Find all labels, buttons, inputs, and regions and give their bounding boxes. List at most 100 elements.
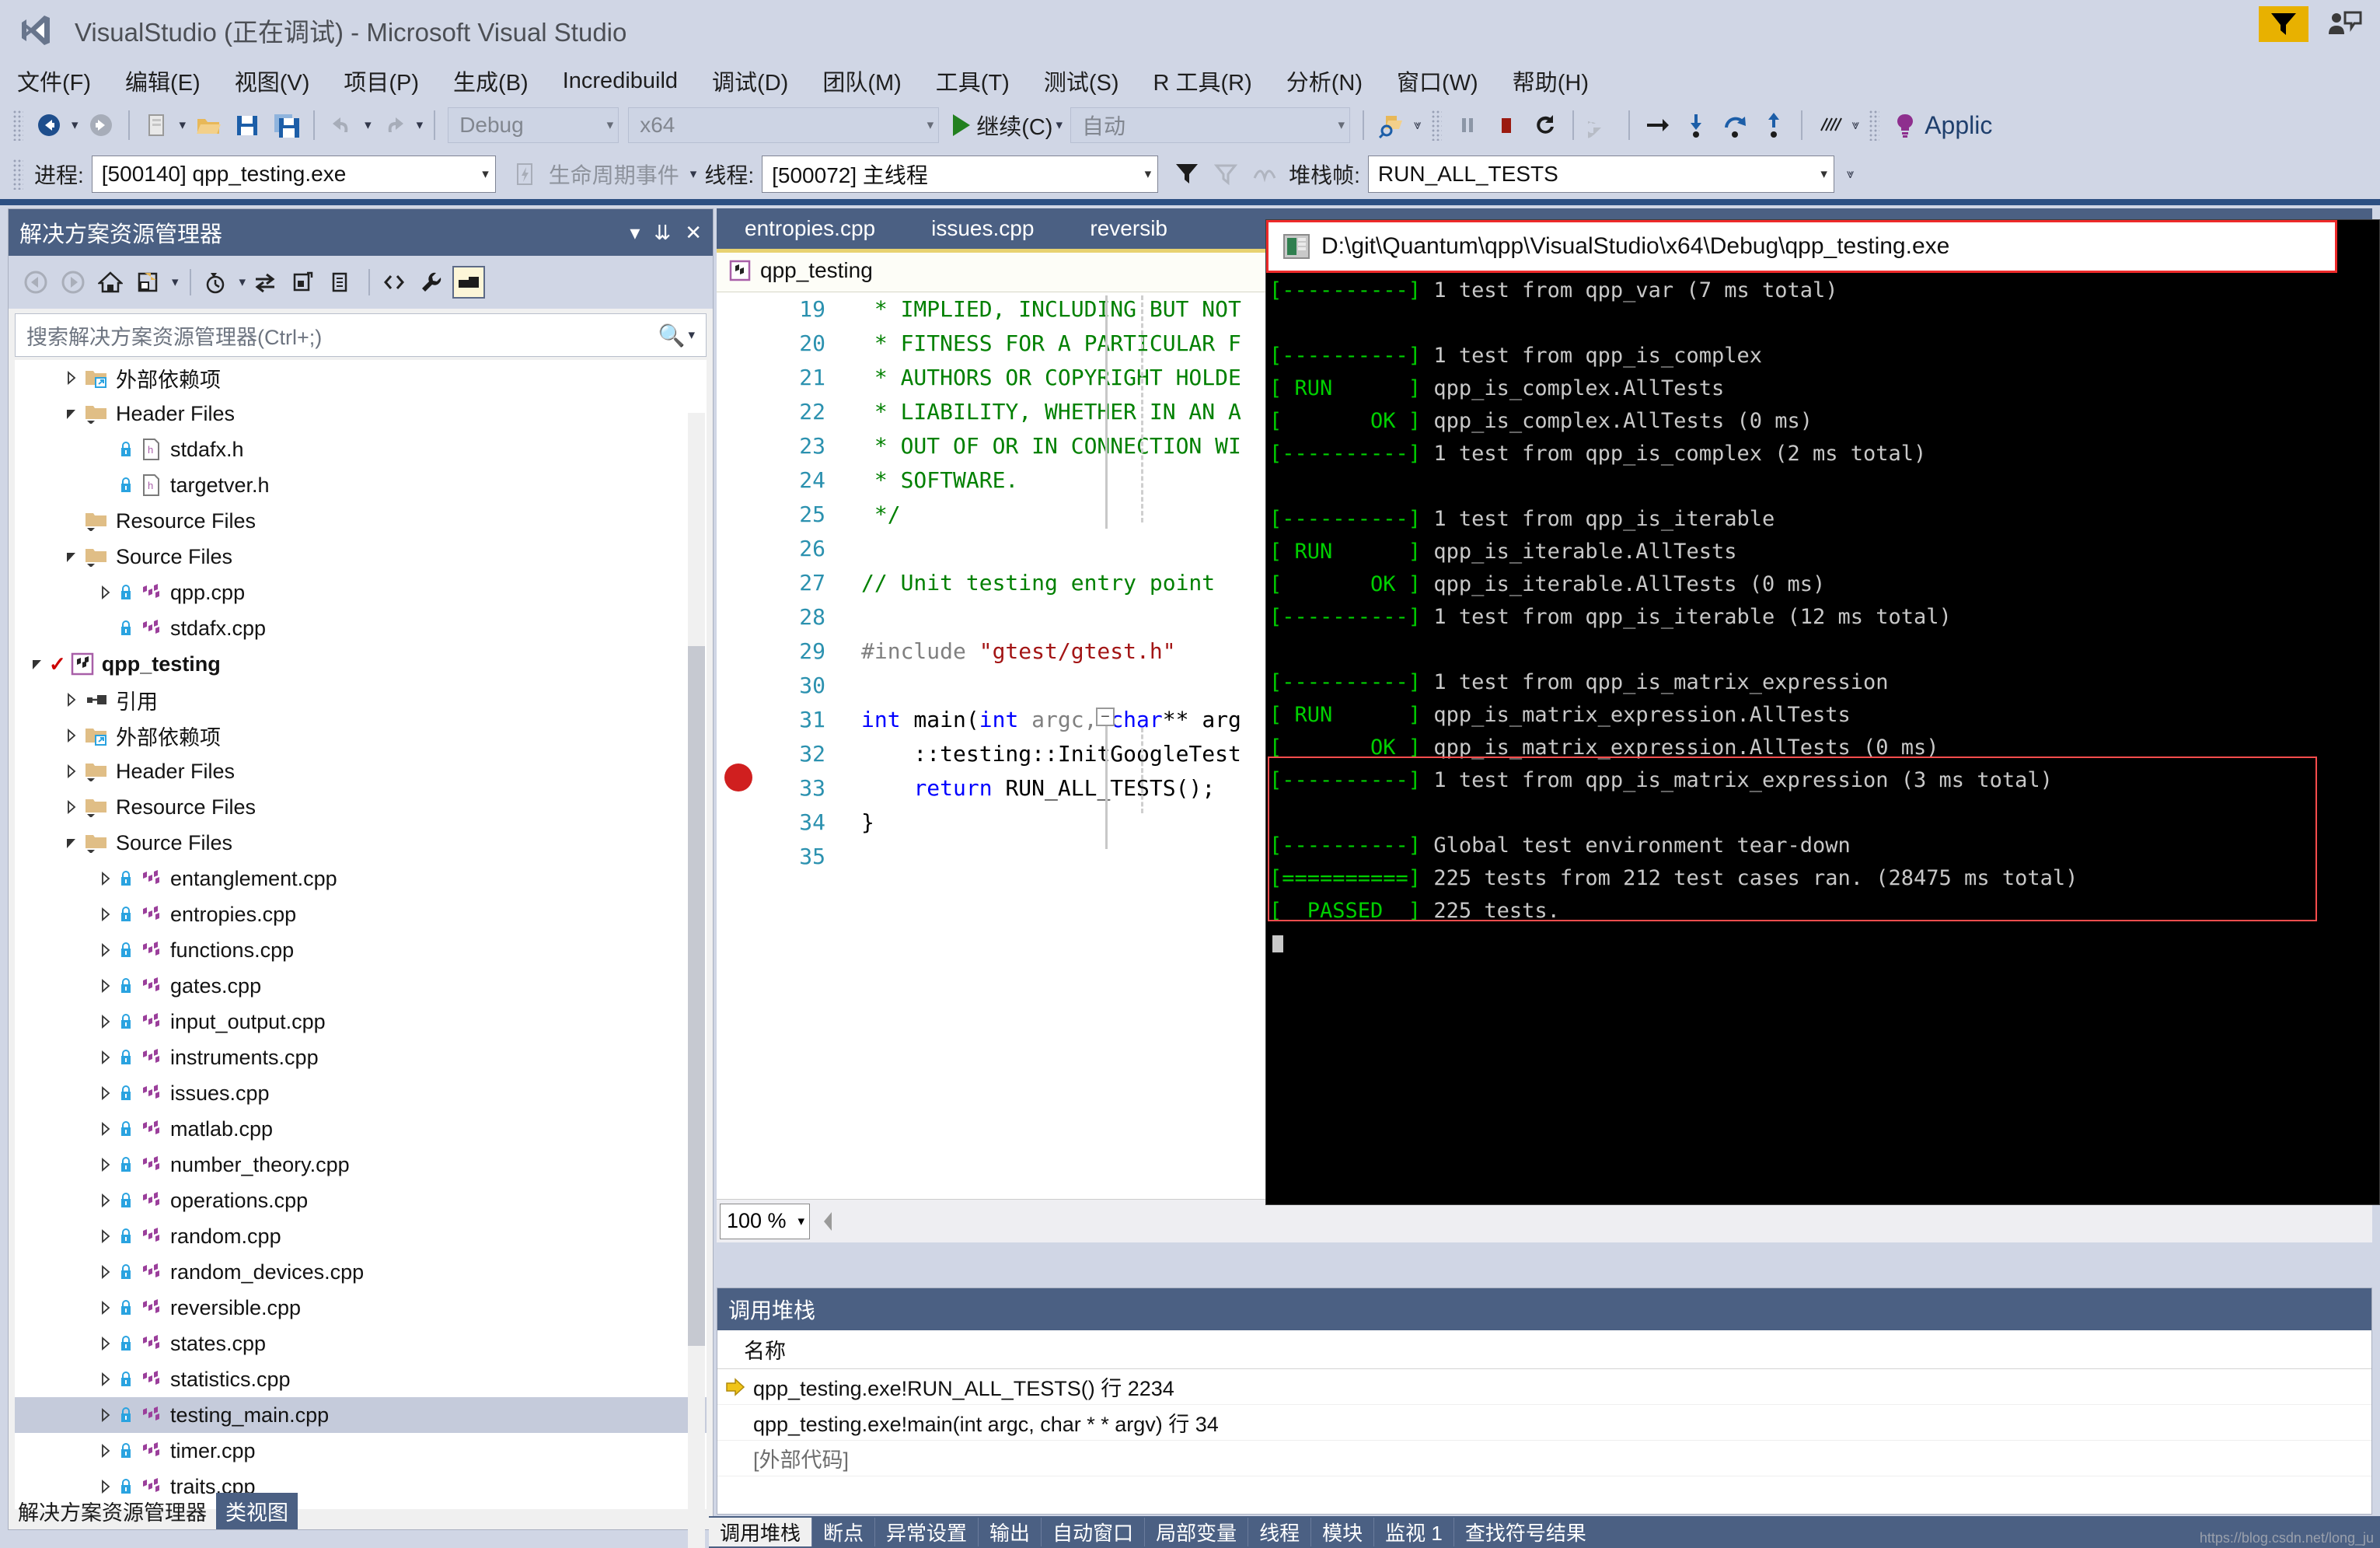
step-out-icon[interactable] xyxy=(1757,108,1791,142)
undo-dropdown-icon[interactable]: ▾ xyxy=(365,117,372,133)
footer-tab-solution-explorer[interactable]: 解决方案资源管理器 xyxy=(9,1493,216,1529)
tree-item-[interactable]: 外部依赖项 xyxy=(15,360,707,396)
stackframe-select[interactable]: RUN_ALL_TESTS ▾ xyxy=(1367,155,1834,193)
sync-with-active-document-icon[interactable] xyxy=(249,266,281,299)
twisty-icon[interactable] xyxy=(94,1264,117,1280)
tree-item-gates.cpp[interactable]: gates.cpp xyxy=(15,968,707,1004)
open-file-icon[interactable] xyxy=(191,108,225,142)
tree-item-stdafx.h[interactable]: h stdafx.h xyxy=(15,432,707,467)
toolbar-grip[interactable] xyxy=(1869,110,1880,141)
table-row[interactable]: [外部代码] xyxy=(717,1441,2371,1476)
tree-item-ResourceFiles[interactable]: Resource Files xyxy=(15,789,707,825)
overflow-icon[interactable]: ⩔ xyxy=(1414,117,1422,133)
tree-item-operations.cpp[interactable]: operations.cpp xyxy=(15,1183,707,1218)
tree-item-matlab.cpp[interactable]: matlab.cpp xyxy=(15,1111,707,1147)
show-next-statement-icon[interactable] xyxy=(1640,108,1674,142)
view-code-icon[interactable] xyxy=(378,266,410,299)
tree-item-number_theory.cpp[interactable]: number_theory.cpp xyxy=(15,1147,707,1183)
search-icon[interactable]: 🔍 xyxy=(658,323,686,348)
bottom-tab-输出[interactable]: 输出 xyxy=(978,1518,1041,1546)
bottom-tab-局部变量[interactable]: 局部变量 xyxy=(1144,1518,1248,1546)
search-input[interactable]: 搜索解决方案资源管理器(Ctrl+;) 🔍 ▾ xyxy=(15,313,707,357)
tree-item-entanglement.cpp[interactable]: entanglement.cpp xyxy=(15,861,707,896)
pin-icon[interactable]: ⇊ xyxy=(654,221,671,245)
lightbulb-icon[interactable] xyxy=(1888,108,1922,142)
twisty-icon[interactable] xyxy=(60,835,83,851)
twisty-icon[interactable] xyxy=(94,1228,117,1244)
twisty-icon[interactable] xyxy=(60,406,83,421)
table-row[interactable]: qpp_testing.exe!RUN_ALL_TESTS() 行 2234 xyxy=(717,1369,2371,1405)
zoom-select[interactable]: 100 % ▾ xyxy=(720,1203,810,1239)
menu-item-edit[interactable]: 编辑(E) xyxy=(125,65,201,97)
pending-dropdown-icon[interactable]: ▾ xyxy=(239,274,246,290)
tree-item-SourceFiles[interactable]: Source Files xyxy=(15,539,707,575)
bottom-tab-模块[interactable]: 模块 xyxy=(1310,1518,1373,1546)
twisty-icon[interactable] xyxy=(60,692,83,708)
new-dropdown-icon[interactable]: ▾ xyxy=(180,117,187,133)
lifecycle-events-label[interactable]: 生命周期事件 xyxy=(549,159,679,190)
twisty-icon[interactable] xyxy=(60,728,83,743)
twisty-icon[interactable] xyxy=(94,1336,117,1351)
twisty-icon[interactable] xyxy=(94,907,117,922)
tab-entropies-cpp[interactable]: entropies.cpp xyxy=(717,216,903,241)
bottom-tab-监视 1[interactable]: 监视 1 xyxy=(1373,1518,1453,1546)
tree-scrollbar[interactable] xyxy=(688,413,705,1548)
overflow-chevron-icon[interactable]: ⩔ xyxy=(1852,117,1860,133)
menu-item-rtools[interactable]: R 工具(R) xyxy=(1153,65,1252,97)
twisty-icon[interactable] xyxy=(94,1193,117,1208)
debug-toolbar-grip[interactable] xyxy=(1430,110,1442,141)
tree-item-targetver.h[interactable]: h targetver.h xyxy=(15,467,707,503)
twisty-icon[interactable] xyxy=(94,1085,117,1101)
bottom-tab-自动窗口[interactable]: 自动窗口 xyxy=(1041,1518,1144,1546)
views-dropdown-icon[interactable]: ▾ xyxy=(172,274,179,290)
twisty-icon[interactable] xyxy=(94,1050,117,1065)
continue-button[interactable]: 继续(C) xyxy=(976,109,1052,142)
tree-item-states.cpp[interactable]: states.cpp xyxy=(15,1326,707,1361)
new-project-icon[interactable] xyxy=(140,108,174,142)
menu-item-debug[interactable]: 调试(D) xyxy=(712,65,788,97)
menu-item-analyze[interactable]: 分析(N) xyxy=(1286,65,1363,97)
solution-configuration-select[interactable]: Debug ▾ xyxy=(448,107,619,143)
solution-tree[interactable]: 外部依赖项 Header Files h stdafx.h h targetver.h Re… xyxy=(15,360,707,1509)
menu-item-help[interactable]: 帮助(H) xyxy=(1513,65,1589,97)
twisty-icon[interactable] xyxy=(26,656,49,672)
lifecycle-dropdown-icon[interactable]: ▾ xyxy=(690,166,697,182)
tree-item-input_output.cpp[interactable]: input_output.cpp xyxy=(15,1004,707,1040)
twisty-icon[interactable] xyxy=(94,942,117,958)
menu-item-team[interactable]: 团队(M) xyxy=(822,65,901,97)
overflow-chevron-icon[interactable]: ⩔ xyxy=(1847,166,1855,182)
twisty-icon[interactable] xyxy=(94,871,117,886)
tree-item-instruments.cpp[interactable]: instruments.cpp xyxy=(15,1040,707,1075)
process-select[interactable]: [500140] qpp_testing.exe ▾ xyxy=(91,155,496,193)
table-row[interactable]: qpp_testing.exe!main(int argc, char * * … xyxy=(717,1405,2371,1441)
menu-item-project[interactable]: 项目(P) xyxy=(344,65,419,97)
twisty-icon[interactable] xyxy=(94,1014,117,1029)
tree-item-qpp_testing[interactable]: ✓ qpp_testing xyxy=(15,646,707,682)
twisty-icon[interactable] xyxy=(60,799,83,815)
tree-item-HeaderFiles[interactable]: Header Files xyxy=(15,396,707,432)
menu-item-test[interactable]: 测试(S) xyxy=(1044,65,1119,97)
breakpoint-marker[interactable] xyxy=(724,764,752,791)
bottom-tab-调用堆栈[interactable]: 调用堆栈 xyxy=(709,1518,812,1546)
tree-item-testing_main.cpp[interactable]: testing_main.cpp xyxy=(15,1397,707,1433)
footer-tab-class-view[interactable]: 类视图 xyxy=(216,1493,298,1529)
restart-icon[interactable] xyxy=(1528,108,1562,142)
tree-item-issues.cpp[interactable]: issues.cpp xyxy=(15,1075,707,1111)
breadcrumb-text[interactable]: qpp_testing xyxy=(760,258,873,283)
switch-views-icon[interactable] xyxy=(131,266,164,299)
menu-item-view[interactable]: 视图(V) xyxy=(235,65,310,97)
tree-item-qpp.cpp[interactable]: qpp.cpp xyxy=(15,575,707,610)
thread-select[interactable]: [500072] 主线程 ▾ xyxy=(762,155,1159,193)
toolbar-grip[interactable] xyxy=(12,110,23,141)
tree-item-[interactable]: 引用 xyxy=(15,682,707,718)
scroll-left-icon[interactable] xyxy=(818,1206,838,1237)
tree-item-random_devices.cpp[interactable]: random_devices.cpp xyxy=(15,1254,707,1290)
tree-item-random.cpp[interactable]: random.cpp xyxy=(15,1218,707,1254)
debug-toolbar-grip[interactable] xyxy=(12,159,23,190)
properties-icon[interactable] xyxy=(415,266,448,299)
menu-item-window[interactable]: 窗口(W) xyxy=(1397,65,1478,97)
home-icon[interactable] xyxy=(94,266,127,299)
tree-item-statistics.cpp[interactable]: statistics.cpp xyxy=(15,1361,707,1397)
twisty-icon[interactable] xyxy=(94,1372,117,1387)
twisty-icon[interactable] xyxy=(60,370,83,386)
